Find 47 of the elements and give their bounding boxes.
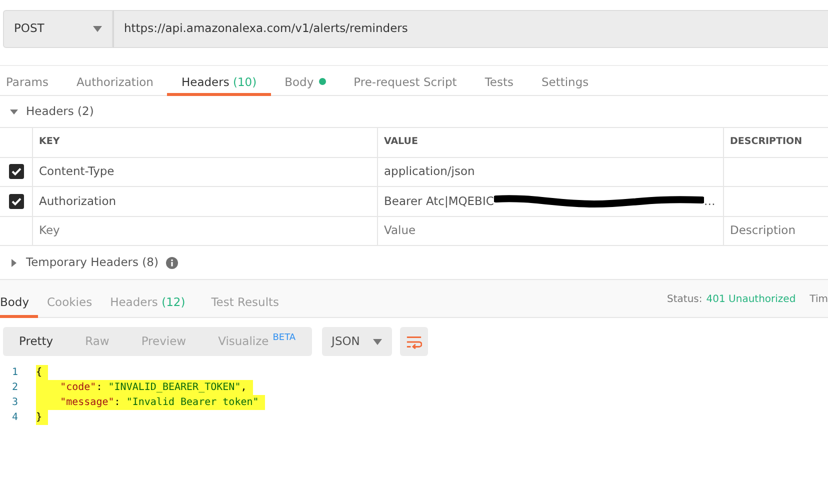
tab[interactable]: Cookies xyxy=(38,280,102,318)
table-input-field[interactable]: Key xyxy=(39,222,371,240)
info-icon xyxy=(166,256,178,268)
wrap-icon xyxy=(406,334,422,348)
view-mode-tab[interactable]: Raw xyxy=(69,327,126,356)
status-label: Status: xyxy=(667,293,702,307)
url-field[interactable]: https://api.amazonalexa.com/v1/alerts/reminders xyxy=(113,10,828,48)
checkbox[interactable] xyxy=(8,194,24,209)
section-title[interactable]: Temporary Headers (8) xyxy=(26,254,158,272)
tab[interactable]: Authorization xyxy=(62,66,168,96)
table-cell: Content-Type xyxy=(39,163,114,180)
ellipsis-text: … xyxy=(704,192,716,210)
column-header: VALUE xyxy=(384,135,418,150)
view-mode-tab[interactable]: Pretty xyxy=(3,327,70,356)
section-title[interactable]: Headers (2) xyxy=(26,102,94,120)
line-number: 4 xyxy=(10,411,19,425)
wrap-lines-button[interactable] xyxy=(400,327,428,356)
expanded-arrow-icon[interactable] xyxy=(10,108,18,116)
column-header: KEY xyxy=(39,135,60,150)
table-input-field[interactable]: Value xyxy=(384,222,717,240)
tab[interactable]: Params xyxy=(0,66,62,96)
table-cell: application/json xyxy=(384,163,475,180)
caret-icon xyxy=(93,26,102,32)
time-label: Tim xyxy=(810,293,828,307)
caret-icon xyxy=(372,338,382,344)
view-mode-tab[interactable]: Preview xyxy=(125,327,202,356)
tab[interactable]: Pre-request Script xyxy=(340,66,471,96)
tab[interactable]: Headers (10) xyxy=(167,66,271,96)
line-number: 3 xyxy=(10,396,19,410)
format-dropdown[interactable]: JSON xyxy=(322,327,392,356)
line-number: 2 xyxy=(10,381,19,395)
column-header: DESCRIPTION xyxy=(730,135,802,150)
table-cell: Bearer Atc|MQEBIC xyxy=(384,192,494,210)
line-number: 1 xyxy=(10,366,19,380)
checkbox[interactable] xyxy=(8,164,24,180)
tab[interactable]: Headers (12) xyxy=(101,280,194,318)
status-value: 401 Unauthorized xyxy=(706,293,796,307)
tab[interactable]: Body xyxy=(0,280,38,318)
view-mode-tab[interactable]: Visualize $^{BETA}$ xyxy=(202,327,312,356)
collapsed-arrow-icon[interactable] xyxy=(10,258,18,266)
method-dropdown[interactable]: POST xyxy=(3,10,113,48)
tab[interactable]: Body xyxy=(270,66,340,96)
tab[interactable]: Test Results xyxy=(202,280,288,318)
tab[interactable]: Tests xyxy=(470,66,528,96)
tab[interactable]: Settings xyxy=(527,66,603,96)
table-input-field[interactable]: Description xyxy=(730,222,822,240)
table-cell: Authorization xyxy=(39,192,116,210)
